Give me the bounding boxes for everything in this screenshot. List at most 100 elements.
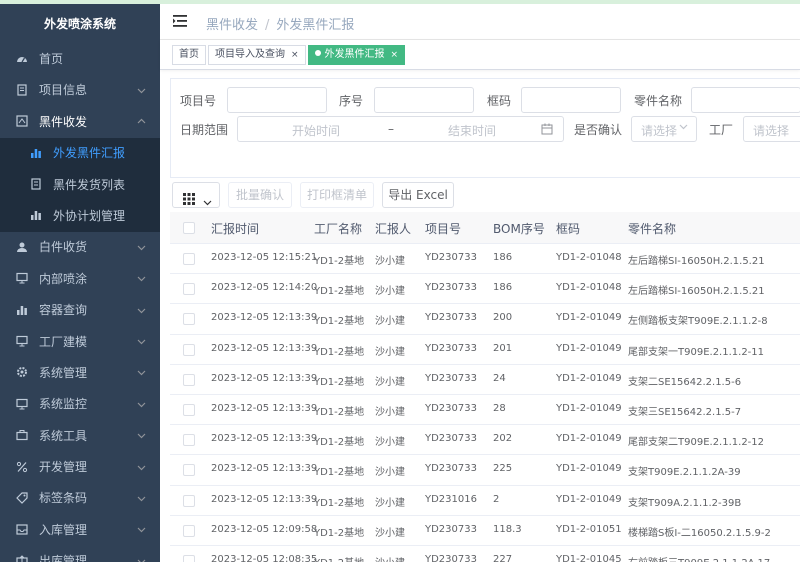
row-checkbox[interactable] bbox=[183, 403, 195, 416]
table-header: 汇报时间 工厂名称 汇报人 项目号 BOM序号 框码 零件名称 bbox=[170, 212, 800, 244]
sidebar-item-6[interactable]: 白件收货 bbox=[0, 232, 160, 263]
print-list-button[interactable]: 打印框清单 bbox=[300, 182, 374, 208]
row-checkbox[interactable] bbox=[183, 343, 195, 356]
factory-cell: YD1-2基地 bbox=[314, 406, 365, 418]
project-no-cell: YD231016 bbox=[425, 493, 477, 505]
table-row[interactable]: 2023-12-05 12:08:35YD1-2基地 沙小建 YD230733 227… bbox=[170, 546, 800, 562]
row-checkbox[interactable] bbox=[183, 434, 195, 447]
part-name-input[interactable] bbox=[691, 87, 800, 113]
part-name-cell: 支架三SE15642.2.1.5-7 bbox=[628, 406, 742, 418]
close-icon[interactable]: × bbox=[291, 50, 299, 60]
sidebar-item-label: 外协计划管理 bbox=[53, 208, 126, 223]
part-name-cell: 尾部支架二T909E.2.1.1.2-12 bbox=[628, 437, 765, 449]
table-row[interactable]: 2023-12-05 12:13:39 YD1-2基地 沙小建 YD230733 202… bbox=[170, 425, 800, 456]
table-row[interactable]: 2023-12-05 12:09:58 YD1-2基地 沙小建 YD230733 118… bbox=[170, 516, 800, 546]
row-checkbox[interactable] bbox=[183, 283, 195, 296]
confirmed-select[interactable]: 请选择 bbox=[631, 116, 697, 142]
frame-label: 框码 bbox=[487, 94, 512, 108]
factory-cell: YD1-2基地 bbox=[314, 554, 364, 562]
seq-input[interactable] bbox=[374, 87, 474, 113]
column-header[interactable]: 零件名称 bbox=[628, 220, 676, 237]
bar-chart-icon bbox=[30, 209, 44, 221]
row-checkbox[interactable] bbox=[183, 464, 195, 477]
sidebar-item-0[interactable]: 首页 bbox=[0, 44, 160, 75]
column-settings-button[interactable] bbox=[172, 182, 220, 208]
part-name-cell: 尾部支架一T909E.2.1.1.2-11 bbox=[628, 346, 765, 358]
breadcrumb-current: 外发黑件汇报 bbox=[276, 18, 355, 33]
sidebar-item-label: 外发黑件汇报 bbox=[53, 146, 126, 161]
sidebar-item-15[interactable]: 入库管理 bbox=[0, 515, 160, 546]
row-checkbox[interactable] bbox=[183, 524, 195, 537]
column-header[interactable]: 汇报人 bbox=[375, 220, 411, 237]
sidebar-item-11[interactable]: 系统监控 bbox=[0, 389, 160, 420]
table-row[interactable]: 2023-12-05 12:14:20 YD1-2基地 沙小建 YD230733 186… bbox=[170, 274, 800, 305]
tag-home[interactable]: 首页 bbox=[172, 45, 206, 65]
submenu-item-3[interactable]: 外发黑件汇报 bbox=[0, 138, 160, 170]
column-header[interactable]: BOM序号 bbox=[493, 220, 545, 237]
submenu-item-5[interactable]: 外协计划管理 bbox=[0, 200, 160, 233]
row-checkbox[interactable] bbox=[183, 373, 195, 386]
table-body: 2023-12-05 12:15:21 YD1-2基地 沙小建 YD230733 186… bbox=[170, 244, 800, 562]
bom-seq-cell: 28 bbox=[493, 402, 506, 414]
hamburger-icon[interactable] bbox=[173, 15, 187, 27]
sidebar-item-14[interactable]: 标签条码 bbox=[0, 483, 160, 514]
tag-home-label: 首页 bbox=[179, 49, 199, 60]
factory-select[interactable]: 请选择 bbox=[743, 116, 800, 142]
table-row[interactable]: 2023-12-05 12:15:21 YD1-2基地 沙小建 YD230733 186… bbox=[170, 244, 800, 275]
sidebar-item-7[interactable]: 内部喷涂 bbox=[0, 264, 160, 295]
submenu-item-4[interactable]: 黑件发货列表 bbox=[0, 169, 160, 201]
sidebar-item-12[interactable]: 系统工具 bbox=[0, 421, 160, 452]
frame-input[interactable] bbox=[521, 87, 621, 113]
date-range-picker[interactable]: 开始时间 – 结束时间 bbox=[237, 116, 564, 142]
table-row[interactable]: 2023-12-05 12:13:39 YD1-2基地 沙小建 YD230733 225… bbox=[170, 455, 800, 486]
tag-project-import[interactable]: 项目导入及查询 × bbox=[208, 45, 306, 65]
grid-icon bbox=[183, 189, 195, 213]
table-row[interactable]: 2023-12-05 12:13:39 YD1-2基地 沙小建 YD230733 24 Y… bbox=[170, 365, 800, 395]
select-all-checkbox[interactable] bbox=[183, 222, 195, 234]
sidebar-item-label: 首页 bbox=[39, 52, 64, 66]
row-checkbox[interactable] bbox=[183, 313, 195, 326]
batch-confirm-button[interactable]: 批量确认 bbox=[228, 182, 292, 208]
sidebar-item-label: 开发管理 bbox=[39, 460, 88, 475]
column-header[interactable]: 项目号 bbox=[425, 220, 461, 237]
report-time-cell: 2023-12-05 12:08:35 bbox=[211, 553, 318, 562]
bom-seq-cell: 186 bbox=[493, 282, 513, 294]
user-icon bbox=[16, 241, 30, 253]
reporter-cell: 沙小建 bbox=[375, 437, 405, 449]
date-range-label: 日期范围 bbox=[180, 123, 229, 137]
sidebar-item-8[interactable]: 容器查询 bbox=[0, 295, 160, 326]
column-header[interactable]: 汇报时间 bbox=[211, 220, 259, 237]
row-checkbox[interactable] bbox=[183, 494, 195, 507]
column-header[interactable]: 工厂名称 bbox=[314, 220, 362, 237]
sidebar-item-2[interactable]: 黑件收发 bbox=[0, 107, 160, 138]
chevron-down-icon bbox=[137, 452, 146, 483]
column-header[interactable]: 框码 bbox=[556, 220, 580, 237]
table-row[interactable]: 2023-12-05 12:13:39 YD1-2基地 沙小建 YD231016 2 YD… bbox=[170, 486, 800, 516]
sidebar-item-10[interactable]: 系统管理 bbox=[0, 358, 160, 389]
close-icon[interactable]: × bbox=[391, 50, 399, 60]
row-checkbox[interactable] bbox=[183, 554, 195, 562]
report-time-cell: 2023-12-05 12:09:58 bbox=[211, 523, 318, 535]
reporter-cell: 沙小建 bbox=[375, 346, 405, 358]
sidebar-item-9[interactable]: 工厂建模 bbox=[0, 327, 160, 358]
reporter-cell: 沙小建 bbox=[375, 406, 405, 418]
table-row[interactable]: 2023-12-05 12:13:39 YD1-2基地 沙小建 YD230733 201… bbox=[170, 335, 800, 365]
bom-seq-cell: 2 bbox=[493, 493, 500, 505]
table-row[interactable]: 2023-12-05 12:13:39 YD1-2基地 沙小建 YD230733 28 Y… bbox=[170, 395, 800, 426]
report-table: 汇报时间 工厂名称 汇报人 项目号 BOM序号 框码 零件名称 2023-12-… bbox=[170, 212, 800, 562]
frame-code-cell: YD1-2-01051 bbox=[556, 523, 622, 535]
sidebar-item-1[interactable]: 项目信息 bbox=[0, 75, 160, 106]
tag-current[interactable]: 外发黑件汇报 × bbox=[307, 45, 406, 65]
export-excel-button[interactable]: 导出 Excel bbox=[382, 182, 454, 208]
report-time-cell: 2023-12-05 12:13:39 bbox=[211, 433, 318, 445]
sidebar-item-16[interactable]: 出库管理 bbox=[0, 546, 160, 562]
table-row[interactable]: 2023-12-05 12:13:39 YD1-2基地 沙小建 YD230733 200… bbox=[170, 304, 800, 335]
row-checkbox[interactable] bbox=[183, 253, 195, 265]
factory-cell: YD1-2基地 bbox=[314, 527, 365, 539]
chevron-down-icon bbox=[137, 358, 146, 389]
start-date-placeholder: 开始时间 bbox=[292, 124, 341, 138]
sidebar-item-13[interactable]: 开发管理 bbox=[0, 452, 160, 483]
project-no-input[interactable] bbox=[227, 87, 327, 113]
breadcrumb-parent[interactable]: 黑件收发 bbox=[206, 18, 258, 33]
monitor-icon bbox=[16, 272, 30, 284]
